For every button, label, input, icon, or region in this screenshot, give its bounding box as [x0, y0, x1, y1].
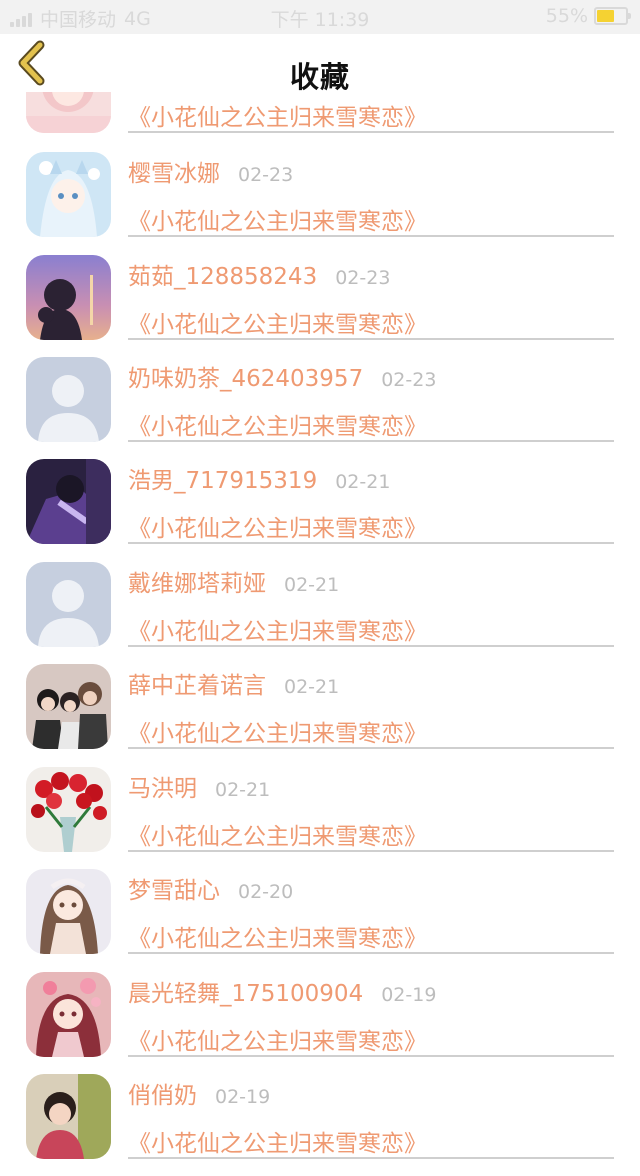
book-title-link[interactable]: 《小花仙之公主归来雪寒恋》: [128, 714, 427, 748]
user-name[interactable]: 梦雪甜心: [128, 878, 220, 904]
divider: [128, 542, 614, 544]
book-title-link[interactable]: 《小花仙之公主归来雪寒恋》: [128, 612, 427, 646]
battery-level: [597, 10, 614, 22]
favorite-item[interactable]: 奶味奶茶_462403957 02-23 《小花仙之公主归来雪寒恋》: [0, 357, 640, 459]
avatar[interactable]: [26, 972, 111, 1057]
favorite-item[interactable]: 马洪明 02-21 《小花仙之公主归来雪寒恋》: [0, 767, 640, 869]
user-name[interactable]: 薛中芷着诺言: [128, 673, 266, 699]
book-title-link[interactable]: 《小花仙之公主归来雪寒恋》: [128, 817, 427, 851]
user-name[interactable]: 茹茹_128858243: [128, 264, 317, 290]
date: 02-21: [335, 471, 391, 493]
date: 02-19: [215, 1086, 271, 1108]
avatar[interactable]: [26, 255, 111, 340]
favorite-item[interactable]: 戴维娜塔莉娅 02-21 《小花仙之公主归来雪寒恋》: [0, 562, 640, 664]
date: 02-20: [238, 881, 294, 903]
book-title-link[interactable]: 《小花仙之公主归来雪寒恋》: [128, 1124, 427, 1158]
user-name[interactable]: 浩男_717915319: [128, 468, 317, 494]
user-name[interactable]: 戴维娜塔莉娅: [128, 571, 266, 597]
user-name[interactable]: 马洪明: [128, 776, 197, 802]
avatar[interactable]: [26, 767, 111, 852]
book-title-link[interactable]: 《小花仙之公主归来雪寒恋》: [128, 919, 427, 953]
status-time: 下午 11:39: [270, 9, 370, 31]
user-name[interactable]: 俏俏奶: [128, 1083, 197, 1109]
favorite-item[interactable]: 浩男_717915319 02-21 《小花仙之公主归来雪寒恋》: [0, 459, 640, 561]
avatar[interactable]: [26, 869, 111, 954]
divider: [128, 1157, 614, 1159]
status-right: 55%: [545, 5, 631, 27]
battery-icon: [594, 7, 631, 25]
favorites-list[interactable]: 《小花仙之公主归来雪寒恋》 樱雪冰娜 02-23 《小花仙之公主归来雪寒恋》 茹茹…: [0, 0, 640, 1159]
date: 02-19: [381, 984, 437, 1006]
date: 02-21: [284, 676, 340, 698]
favorite-item[interactable]: 梦雪甜心 02-20 《小花仙之公主归来雪寒恋》: [0, 869, 640, 971]
book-title-link[interactable]: 《小花仙之公主归来雪寒恋》: [128, 305, 427, 339]
date: 02-21: [284, 574, 340, 596]
divider: [128, 747, 614, 749]
divider: [128, 235, 614, 237]
user-name[interactable]: 晨光轻舞_175100904: [128, 981, 363, 1007]
date: 02-21: [215, 779, 271, 801]
book-title-link[interactable]: 《小花仙之公主归来雪寒恋》: [128, 1022, 427, 1056]
date: 02-23: [335, 267, 391, 289]
avatar[interactable]: [26, 562, 111, 647]
name-line: 梦雪甜心 02-20: [128, 871, 293, 905]
avatar[interactable]: [26, 152, 111, 237]
divider: [128, 952, 614, 954]
name-line: 茹茹_128858243 02-23: [128, 257, 390, 291]
name-line: 浩男_717915319 02-21: [128, 461, 390, 495]
name-line: 奶味奶茶_462403957 02-23: [128, 359, 436, 393]
nav-bar: 收藏: [0, 34, 640, 94]
favorite-item[interactable]: 茹茹_128858243 02-23 《小花仙之公主归来雪寒恋》: [0, 255, 640, 357]
divider: [128, 1055, 614, 1057]
favorite-item[interactable]: 俏俏奶 02-19 《小花仙之公主归来雪寒恋》: [0, 1074, 640, 1176]
user-name[interactable]: 樱雪冰娜: [128, 161, 220, 187]
divider: [128, 645, 614, 647]
book-title-link[interactable]: 《小花仙之公主归来雪寒恋》: [128, 98, 427, 132]
name-line: 樱雪冰娜 02-23: [128, 154, 293, 188]
name-line: 薛中芷着诺言 02-21: [128, 666, 339, 700]
avatar[interactable]: [26, 1074, 111, 1159]
divider: [128, 440, 614, 442]
page-title: 收藏: [289, 60, 350, 94]
date: 02-23: [381, 369, 437, 391]
favorite-item[interactable]: 樱雪冰娜 02-23 《小花仙之公主归来雪寒恋》: [0, 152, 640, 254]
divider: [128, 131, 614, 133]
book-title-link[interactable]: 《小花仙之公主归来雪寒恋》: [128, 509, 427, 543]
avatar[interactable]: [26, 357, 111, 442]
name-line: 马洪明 02-21: [128, 769, 270, 803]
user-name[interactable]: 奶味奶茶_462403957: [128, 366, 363, 392]
book-title-link[interactable]: 《小花仙之公主归来雪寒恋》: [128, 407, 427, 441]
book-title-link[interactable]: 《小花仙之公主归来雪寒恋》: [128, 202, 427, 236]
avatar[interactable]: [26, 664, 111, 749]
favorite-item[interactable]: 晨光轻舞_175100904 02-19 《小花仙之公主归来雪寒恋》: [0, 972, 640, 1074]
name-line: 晨光轻舞_175100904 02-19: [128, 974, 436, 1008]
name-line: 俏俏奶 02-19: [128, 1076, 270, 1110]
name-line: 戴维娜塔莉娅 02-21: [128, 564, 339, 598]
status-bar: 中国移动 4G 下午 11:39 55%: [0, 0, 640, 34]
avatar[interactable]: [26, 459, 111, 544]
battery-percent: 55%: [545, 5, 588, 27]
divider: [128, 338, 614, 340]
date: 02-23: [238, 164, 294, 186]
favorite-item[interactable]: 薛中芷着诺言 02-21 《小花仙之公主归来雪寒恋》: [0, 664, 640, 766]
divider: [128, 850, 614, 852]
